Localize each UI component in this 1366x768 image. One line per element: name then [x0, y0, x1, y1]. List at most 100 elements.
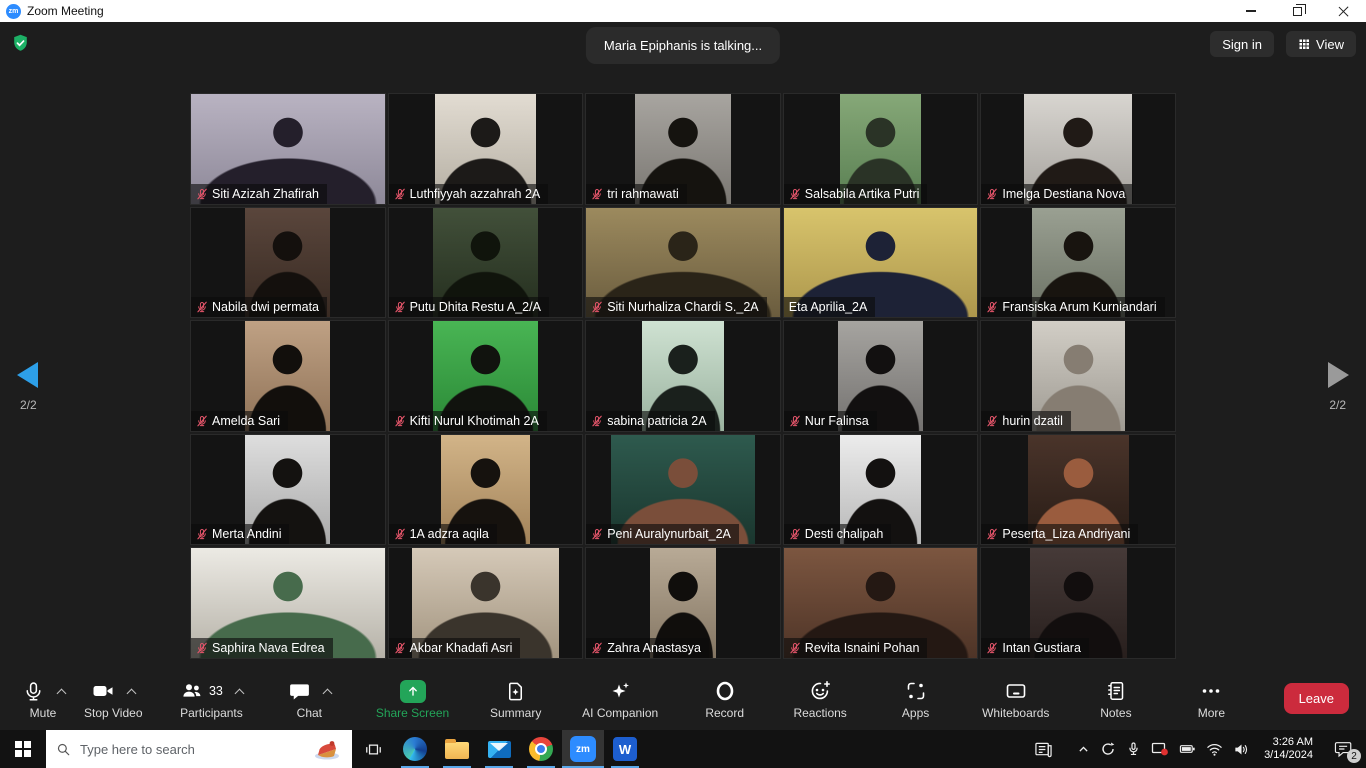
volume-icon[interactable]: [1228, 730, 1255, 768]
apps-button[interactable]: Apps: [881, 668, 951, 730]
participant-tile[interactable]: Luthfiyyah azzahrah 2A: [388, 93, 584, 205]
participant-tile[interactable]: Salsabila Artika Putri: [783, 93, 979, 205]
participant-tile[interactable]: Peni Auralynurbait_2A: [585, 434, 781, 546]
more-button[interactable]: More: [1176, 668, 1246, 730]
stop-video-button[interactable]: Stop Video: [78, 668, 149, 730]
mic-muted-icon: [986, 642, 998, 654]
edge-icon: [403, 737, 427, 761]
participant-tile[interactable]: hurin dzatil: [980, 320, 1176, 432]
mic-muted-icon: [986, 528, 998, 540]
participant-name: Amelda Sari: [212, 414, 280, 428]
participant-nameplate: Akbar Khadafi Asri: [389, 638, 521, 658]
mic-muted-icon: [986, 415, 998, 427]
taskbar-app-edge[interactable]: [394, 730, 436, 768]
participant-tile[interactable]: Nur Falinsa: [783, 320, 979, 432]
wifi-status-icon[interactable]: [1201, 730, 1228, 768]
participant-nameplate: sabina patricia 2A: [586, 411, 714, 431]
chevron-up-icon[interactable]: [322, 688, 332, 698]
participant-name: Zahra Anastasya: [607, 641, 701, 655]
taskbar-app-mail[interactable]: [478, 730, 520, 768]
whiteboards-button[interactable]: Whiteboards: [976, 668, 1055, 730]
next-page-arrow[interactable]: [1328, 362, 1349, 388]
share-screen-button[interactable]: Share Screen: [370, 668, 455, 730]
tray-microphone-icon[interactable]: [1121, 730, 1146, 768]
windows-logo-icon: [15, 741, 31, 757]
participant-tile[interactable]: Peserta_Liza Andriyani: [980, 434, 1176, 546]
mic-muted-icon: [591, 415, 603, 427]
participant-nameplate: tri rahmawati: [586, 184, 687, 204]
participant-tile[interactable]: Amelda Sari: [190, 320, 386, 432]
participant-tile[interactable]: Eta Aprilia_2A: [783, 207, 979, 319]
taskbar-app-chrome[interactable]: [520, 730, 562, 768]
mic-muted-icon: [394, 188, 406, 200]
search-highlight-pie-image[interactable]: [312, 737, 342, 761]
close-button[interactable]: [1320, 0, 1366, 22]
notes-button[interactable]: Notes: [1081, 668, 1151, 730]
participant-nameplate: Amelda Sari: [191, 411, 288, 431]
speaker-icon: [1233, 742, 1250, 757]
window-titlebar: zm Zoom Meeting: [0, 0, 1366, 22]
participant-tile[interactable]: 1A adzra aqila: [388, 434, 584, 546]
participants-button[interactable]: 33 Participants: [174, 668, 249, 730]
participant-tile[interactable]: tri rahmawati: [585, 93, 781, 205]
participant-nameplate: Siti Nurhaliza Chardi S._2A: [586, 297, 766, 317]
chat-button[interactable]: Chat: [274, 668, 344, 730]
task-view-button[interactable]: [352, 730, 394, 768]
battery-status-icon[interactable]: [1174, 730, 1201, 768]
screen-sharing-indicator[interactable]: [1146, 730, 1174, 768]
participant-tile[interactable]: Siti Azizah Zhafirah: [190, 93, 386, 205]
sign-in-button[interactable]: Sign in: [1210, 31, 1274, 57]
participant-nameplate: Peserta_Liza Andriyani: [981, 524, 1138, 544]
mute-button[interactable]: Mute: [8, 668, 78, 730]
participant-tile[interactable]: Zahra Anastasya: [585, 547, 781, 659]
view-button[interactable]: View: [1286, 31, 1356, 57]
taskbar-clock[interactable]: 3:26 AM 3/14/2024: [1255, 736, 1322, 762]
taskbar-app-file-explorer[interactable]: [436, 730, 478, 768]
reactions-button[interactable]: Reactions: [785, 668, 855, 730]
action-center-button[interactable]: 2: [1322, 730, 1366, 768]
taskbar-search[interactable]: [46, 730, 352, 768]
participant-tile[interactable]: Merta Andini: [190, 434, 386, 546]
taskbar-app-word[interactable]: W: [604, 730, 646, 768]
participant-tile[interactable]: Intan Gustiara: [980, 547, 1176, 659]
participant-tile[interactable]: Putu Dhita Restu A_2/A: [388, 207, 584, 319]
search-input[interactable]: [80, 742, 303, 757]
chat-icon: [288, 680, 311, 703]
minimize-button[interactable]: [1228, 0, 1274, 22]
chevron-up-icon[interactable]: [56, 688, 66, 698]
ai-companion-icon: [608, 679, 632, 703]
participant-tile[interactable]: Akbar Khadafi Asri: [388, 547, 584, 659]
participant-tile[interactable]: Revita Isnaini Pohan: [783, 547, 979, 659]
participant-tile[interactable]: Nabila dwi permata: [190, 207, 386, 319]
participant-tile[interactable]: Siti Nurhaliza Chardi S._2A: [585, 207, 781, 319]
show-hidden-icons-button[interactable]: [1072, 730, 1095, 768]
record-button[interactable]: Record: [690, 668, 760, 730]
ai-companion-button[interactable]: AI Companion: [576, 668, 664, 730]
participant-name: Peserta_Liza Andriyani: [1002, 527, 1130, 541]
restore-icon: [1293, 7, 1302, 16]
active-speaker-toast: Maria Epiphanis is talking...: [586, 27, 780, 64]
meeting-security-shield-icon[interactable]: [10, 33, 31, 54]
participant-tile[interactable]: Imelga Destiana Nova: [980, 93, 1176, 205]
sync-status-icon[interactable]: [1095, 730, 1121, 768]
participant-tile[interactable]: Saphira Nava Edrea: [190, 547, 386, 659]
participant-tile[interactable]: Kifti Nurul Khotimah 2A: [388, 320, 584, 432]
chevron-up-icon[interactable]: [127, 688, 137, 698]
participant-tile[interactable]: Fransiska Arum Kurniandari: [980, 207, 1176, 319]
leave-button[interactable]: Leave: [1284, 683, 1349, 714]
restore-button[interactable]: [1274, 0, 1320, 22]
summary-button[interactable]: Summary: [481, 668, 551, 730]
participant-tile[interactable]: sabina patricia 2A: [585, 320, 781, 432]
news-widget-button[interactable]: [1029, 730, 1058, 768]
participant-name: hurin dzatil: [1002, 414, 1062, 428]
grid-view-icon: [1298, 38, 1310, 50]
chevron-up-icon[interactable]: [234, 688, 244, 698]
taskbar-app-zoom[interactable]: zm: [562, 730, 604, 768]
file-explorer-icon: [445, 742, 469, 759]
participant-name: Peni Auralynurbait_2A: [607, 527, 731, 541]
previous-page-arrow[interactable]: [17, 362, 38, 388]
task-view-icon: [364, 740, 383, 759]
start-button[interactable]: [0, 730, 46, 768]
participant-tile[interactable]: Desti chalipah: [783, 434, 979, 546]
sync-icon: [1100, 741, 1116, 757]
